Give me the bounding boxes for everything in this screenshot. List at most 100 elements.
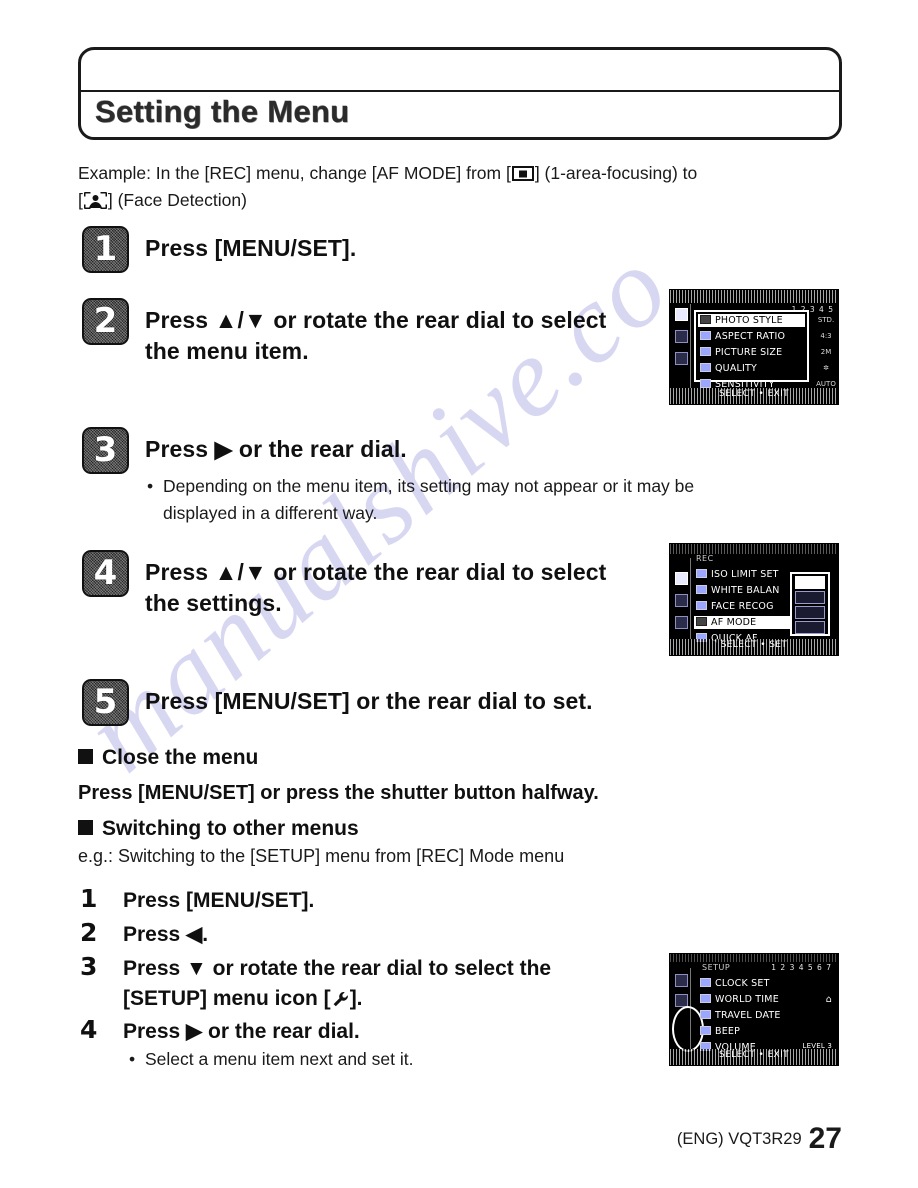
step-3-text: Press ▶ or the rear dial. — [145, 436, 407, 462]
intro-text-d: ] (Face Detection) — [107, 190, 247, 210]
lcd-row-world-time: WORLD TIME ⌂ — [700, 994, 832, 1005]
lcd-tab-setup — [675, 616, 688, 629]
step-5-text: Press [MENU/SET] or the rear dial to set… — [145, 688, 593, 714]
lcd-row-af-mode: AF MODE — [694, 616, 798, 629]
section-heading-text: Switching to other menus — [102, 817, 359, 840]
step-3-note: Depending on the menu item, its setting … — [147, 473, 843, 527]
step-badge-5: 5 — [82, 679, 129, 726]
ordered-step-number-2: 2 — [80, 918, 98, 947]
lcd-row-photo-style: PHOTO STYLE — [698, 314, 805, 327]
lcd-row-label: CLOCK SET — [715, 978, 770, 989]
ordered-step-4-text: Press ▶ or the rear dial. — [123, 1020, 360, 1043]
iso-limit-icon — [696, 569, 707, 578]
lcd-noise-top — [670, 544, 838, 554]
step-2-line-2: the menu item. — [145, 338, 309, 364]
lcd-row-iso-limit: ISO LIMIT SET — [694, 568, 798, 581]
lcd-row-label: PICTURE SIZE — [715, 347, 783, 358]
lcd-af-option-face — [795, 576, 825, 589]
step-3-note-line-2: displayed in a different way. — [163, 503, 378, 523]
lcd-af-option-tracking — [795, 591, 825, 604]
lcd-row-quality: QUALITY — [698, 362, 805, 375]
page-number: 27 — [808, 1122, 842, 1155]
lcd-value-aspect-ratio: 4:3 — [820, 332, 832, 340]
sensitivity-icon — [700, 379, 711, 388]
face-detection-icon — [83, 192, 107, 209]
ordered-step-3-text: Press ▼ or rotate the rear dial to selec… — [123, 954, 653, 1014]
step-4-text: Press ▲/▼ or rotate the rear dial to sel… — [145, 557, 665, 619]
ordered-step-number-1: 1 — [80, 884, 98, 913]
page-title-divider — [81, 90, 839, 92]
page-title: Setting the Menu — [95, 94, 350, 129]
lcd-footer-hint: SELECT • EXIT — [718, 1050, 790, 1060]
section-heading-text: Close the menu — [102, 746, 259, 769]
white-balance-icon — [696, 585, 707, 594]
lcd-row-beep: BEEP — [700, 1026, 832, 1037]
lcd-row-face-recog: FACE RECOG — [694, 600, 798, 613]
section-heading-switching-menus: Switching to other menus — [78, 817, 359, 841]
lcd-row-white-balance: WHITE BALAN — [694, 584, 798, 597]
document-page: Setting the Menu Example: In the [REC] m… — [0, 0, 918, 1188]
intro-text-b: ] (1-area-focusing) to — [534, 163, 698, 183]
ordered-step-number-4: 4 — [80, 1015, 98, 1044]
step-4-line-2: the settings. — [145, 590, 282, 616]
one-area-focus-icon — [511, 166, 534, 181]
step-badge-2: 2 — [82, 298, 129, 345]
lcd-tab-rec — [675, 974, 688, 987]
lcd-page-indicator: 1 2 3 4 5 6 7 — [771, 963, 832, 972]
lcd-value-quality: ✲ — [823, 364, 829, 372]
lcd-row-label: AF MODE — [711, 617, 757, 628]
intro-text-c: [ — [78, 190, 83, 210]
lcd-tab-custom — [675, 594, 688, 607]
aspect-ratio-icon — [700, 331, 711, 340]
lcd-row-travel-date: TRAVEL DATE — [700, 1010, 832, 1021]
lcd-noise-top — [670, 954, 838, 962]
ordered-step-3-line-2-a: [SETUP] menu icon [ — [123, 987, 331, 1010]
picture-size-icon — [700, 347, 711, 356]
lcd-noise-top — [670, 290, 838, 303]
lcd-row-label: WORLD TIME — [715, 994, 779, 1005]
af-mode-icon — [696, 617, 707, 626]
lcd-tab-rec — [675, 572, 688, 585]
ordered-step-3-line-2-b: ]. — [349, 987, 363, 1010]
lcd-row-label: BEEP — [715, 1026, 741, 1037]
quality-icon — [700, 363, 711, 372]
lcd-af-mode-screenshot: REC ISO LIMIT SET WHITE BALAN FACE RECOG… — [669, 543, 839, 656]
lcd-row-label: WHITE BALAN — [711, 585, 780, 596]
lcd-rec-menu-screenshot: 1 2 3 4 5 PHOTO STYLE ASPECT RATIO PICTU… — [669, 289, 839, 405]
ordered-step-3-line-1: Press ▼ or rotate the rear dial to selec… — [123, 957, 552, 980]
step-badge-1: 1 — [82, 226, 129, 273]
lcd-tab-custom — [675, 330, 688, 343]
wrench-icon — [332, 991, 349, 1008]
lcd-row-clock-set: CLOCK SET — [700, 978, 832, 989]
suitcase-icon — [700, 1010, 711, 1019]
step-1-text: Press [MENU/SET]. — [145, 235, 357, 261]
lcd-tab-rec — [675, 308, 688, 321]
ordered-step-4-note: Select a menu item next and set it. — [129, 1046, 705, 1073]
step-2-line-1: Press ▲/▼ or rotate the rear dial to sel… — [145, 307, 607, 333]
face-recog-icon — [696, 601, 707, 610]
step-4-line-1: Press ▲/▼ or rotate the rear dial to sel… — [145, 559, 607, 585]
photo-style-icon — [700, 315, 711, 324]
section-heading-close-menu: Close the menu — [78, 746, 258, 770]
lcd-af-option-multi — [795, 606, 825, 619]
step-2-text: Press ▲/▼ or rotate the rear dial to sel… — [145, 305, 665, 367]
lcd-tab-column — [673, 304, 691, 388]
page-footer: (ENG) VQT3R29 27 — [677, 1122, 842, 1156]
lcd-af-option-panel — [790, 572, 830, 636]
footer-code: (ENG) VQT3R29 — [676, 1130, 802, 1148]
lcd-setup-menu-screenshot: SETUP 1 2 3 4 5 6 7 CLOCK SET WORLD TIME… — [669, 953, 839, 1066]
lcd-row-label: QUALITY — [715, 363, 758, 374]
lcd-menu-title: SETUP — [702, 963, 731, 972]
lcd-value-picture-size: 2M — [820, 348, 832, 356]
globe-icon — [700, 994, 711, 1003]
intro-paragraph: Example: In the [REC] menu, change [AF M… — [78, 160, 848, 214]
lcd-row-label: PHOTO STYLE — [715, 315, 783, 326]
ordered-step-1-text: Press [MENU/SET]. — [123, 889, 315, 912]
step-3-note-line-1: Depending on the menu item, its setting … — [163, 476, 695, 496]
lcd-value-world-time: ⌂ — [825, 994, 832, 1005]
lcd-row-label: ASPECT RATIO — [715, 331, 786, 342]
step-badge-3: 3 — [82, 427, 129, 474]
lcd-row-label: ISO LIMIT SET — [711, 569, 779, 580]
lcd-af-option-one-area — [795, 621, 825, 634]
ordered-step-2-text: Press ◀. — [123, 923, 209, 946]
